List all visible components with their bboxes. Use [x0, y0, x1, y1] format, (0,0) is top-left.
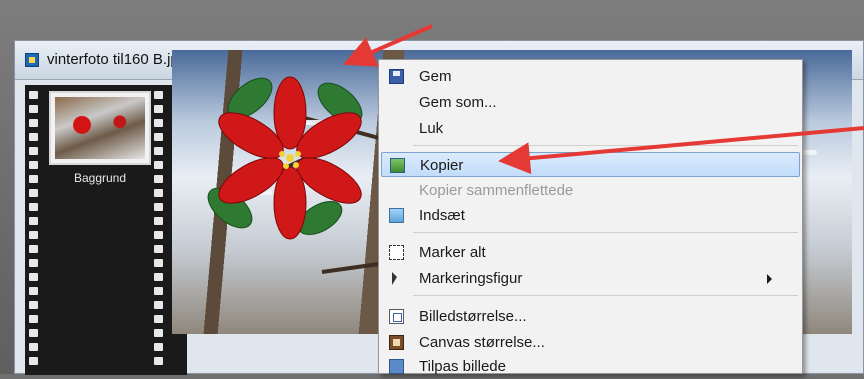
- arrow-to-title: [342, 24, 433, 67]
- annotation-arrows: [342, 24, 864, 175]
- arrow-to-copy: [498, 126, 864, 175]
